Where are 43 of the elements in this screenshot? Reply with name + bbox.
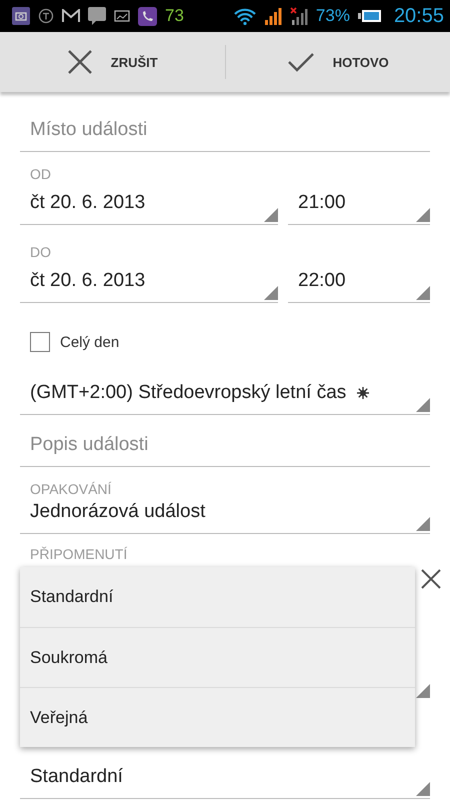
menu-option[interactable]: Standardní: [20, 567, 415, 627]
menu-option[interactable]: Soukromá: [20, 627, 415, 687]
cancel-button[interactable]: ZRUŠIT: [0, 32, 224, 92]
text-field[interactable]: Popis události: [20, 423, 430, 467]
close-icon: [66, 49, 93, 75]
dropdown-corner-icon: [416, 782, 430, 796]
dropdown-corner-icon: [264, 208, 278, 222]
chat-bubble-icon: [88, 7, 106, 25]
dropdown-corner-icon: [416, 398, 430, 412]
signal-icon: [264, 7, 282, 25]
checkmark-icon: [286, 52, 315, 72]
field-label: OD: [29, 165, 52, 182]
dropdown-corner-icon: [416, 517, 430, 531]
field-label: DO: [29, 243, 52, 260]
battery-icon: [358, 9, 382, 23]
no-signal-icon: [290, 7, 308, 25]
image-icon: [114, 10, 130, 22]
menu-option[interactable]: Veřejná: [20, 687, 415, 747]
done-button[interactable]: HOTOVO: [226, 32, 450, 92]
dropdown-corner-icon: [264, 286, 278, 300]
checkbox[interactable]: [30, 332, 50, 352]
text-field[interactable]: Místo události: [20, 108, 430, 152]
phone-icon: [138, 6, 157, 26]
close-icon: [420, 568, 442, 590]
date-spinner[interactable]: čt 20. 6. 2013: [20, 186, 278, 225]
time-spinner[interactable]: 21:00: [288, 186, 430, 225]
dropdown-corner-icon: [416, 286, 430, 300]
notification-count: 73: [165, 6, 184, 26]
dropdown-corner-icon: [416, 208, 430, 222]
date-spinner[interactable]: čt 20. 6. 2013: [20, 264, 278, 303]
clock: 20:55: [394, 4, 444, 28]
mail-icon: [62, 9, 80, 23]
dropdown[interactable]: Standardní: [20, 758, 430, 799]
dropdown[interactable]: (GMT+2:00) Středoevropský letní čas: [20, 374, 430, 415]
checkbox-label: Celý den: [60, 334, 120, 350]
field-label: PŘIPOMENUTÍ: [29, 545, 128, 562]
circle-t-icon: [38, 8, 54, 24]
field-label: OPAKOVÁNÍ: [29, 480, 112, 497]
wifi-icon: [234, 7, 256, 25]
time-spinner[interactable]: 22:00: [288, 264, 430, 303]
dropdown[interactable]: Jednorázová událost: [20, 497, 430, 534]
camera-icon: [12, 7, 30, 25]
battery-percentage: 73%: [316, 6, 350, 26]
